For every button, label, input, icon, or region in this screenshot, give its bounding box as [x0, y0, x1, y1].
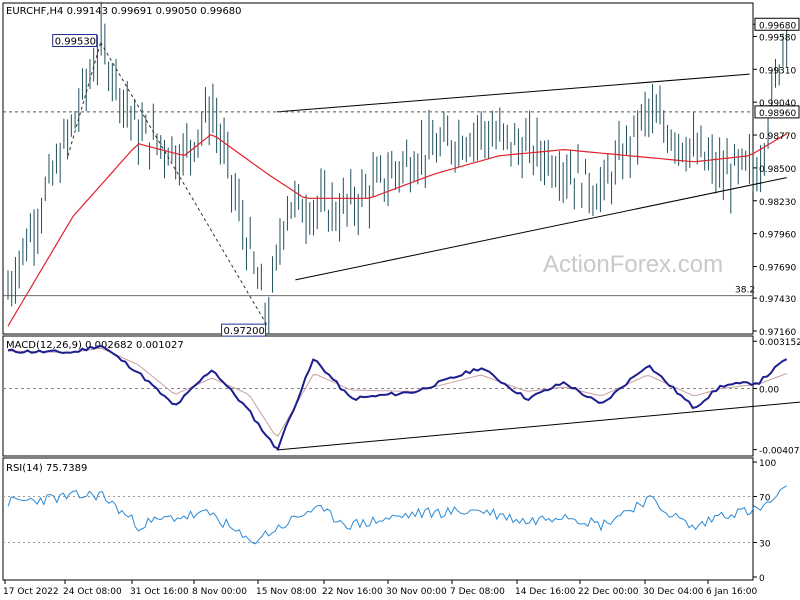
- rsi-panel-title: RSI(14) 75.7389: [6, 463, 87, 474]
- moving-average-line: [7, 133, 788, 327]
- macd-y-tick-label: 0.003152: [759, 338, 800, 348]
- x-tick-label: 31 Oct 16:00: [130, 587, 189, 597]
- zigzag-line: [67, 42, 102, 156]
- x-tick-label: 30 Nov 00:00: [386, 587, 447, 597]
- price-series-layer: 38.2 0.99530 0.97200: [3, 1, 788, 337]
- rsi-panel-frame: [2, 457, 754, 581]
- x-tick-label: 7 Dec 08:00: [450, 587, 505, 597]
- price-y-tick-label: 0.99680: [759, 21, 796, 31]
- annotation-label: 0.97200: [224, 326, 265, 337]
- price-y-tick-label: 0.99580: [759, 33, 796, 43]
- x-tick-label: 24 Oct 08:00: [63, 587, 122, 597]
- axis-layer: 0.996800.995800.993100.990400.987700.985…: [3, 17, 800, 597]
- annotation-label: 0.99530: [55, 37, 96, 48]
- rsi-y-tick-label: 100: [759, 459, 776, 469]
- rsi-series-layer: [3, 485, 787, 545]
- macd-line: [7, 345, 788, 451]
- x-tick-label: 15 Nov 08:00: [256, 587, 317, 597]
- chart-canvas: ActionForex.com EURCHF,H4 0.99143 0.9969…: [2, 1, 800, 597]
- rsi-y-tick-label: 30: [759, 540, 771, 550]
- rsi-line: [7, 485, 787, 545]
- chart-window: ActionForex.com EURCHF,H4 0.99143 0.9969…: [0, 0, 800, 600]
- price-y-tick-label: 0.97430: [759, 295, 796, 305]
- x-tick-label: 14 Dec 16:00: [515, 587, 576, 597]
- price-y-tick-label: 0.97960: [759, 231, 796, 241]
- macd-y-tick-label: -0.004073: [759, 447, 800, 457]
- macd-y-tick-label: 0.00: [759, 386, 779, 396]
- x-tick-label: 22 Nov 16:00: [322, 587, 383, 597]
- macd-series-layer: [3, 345, 800, 451]
- x-tick-label: 30 Dec 04:00: [643, 587, 704, 597]
- trendline-macd-support: [276, 401, 800, 451]
- level-price-label: 0.98960: [759, 109, 796, 119]
- price-y-tick-label: 0.98770: [759, 132, 796, 142]
- x-tick-label: 17 Oct 2022: [3, 587, 59, 597]
- rsi-y-tick-label: 70: [759, 494, 771, 504]
- price-y-tick-label: 0.97160: [759, 328, 796, 338]
- trendline-channel-top: [276, 73, 750, 113]
- x-tick-label: 8 Nov 00:00: [192, 587, 247, 597]
- price-panel-title: EURCHF,H4 0.99143 0.99691 0.99050 0.9968…: [6, 6, 242, 17]
- x-tick-label: 6 Jan 16:00: [706, 587, 758, 597]
- price-y-tick-label: 0.98230: [759, 198, 796, 208]
- price-y-tick-label: 0.99310: [759, 66, 796, 76]
- x-tick-label: 22 Dec 00:00: [578, 587, 639, 597]
- price-y-tick-label: 0.97690: [759, 263, 796, 273]
- fib-label: 38.2: [735, 286, 755, 296]
- zigzag-line: [100, 42, 268, 327]
- price-y-tick-label: 0.98500: [759, 165, 796, 175]
- watermark: ActionForex.com: [543, 251, 723, 278]
- rsi-y-tick-label: 0: [759, 574, 765, 584]
